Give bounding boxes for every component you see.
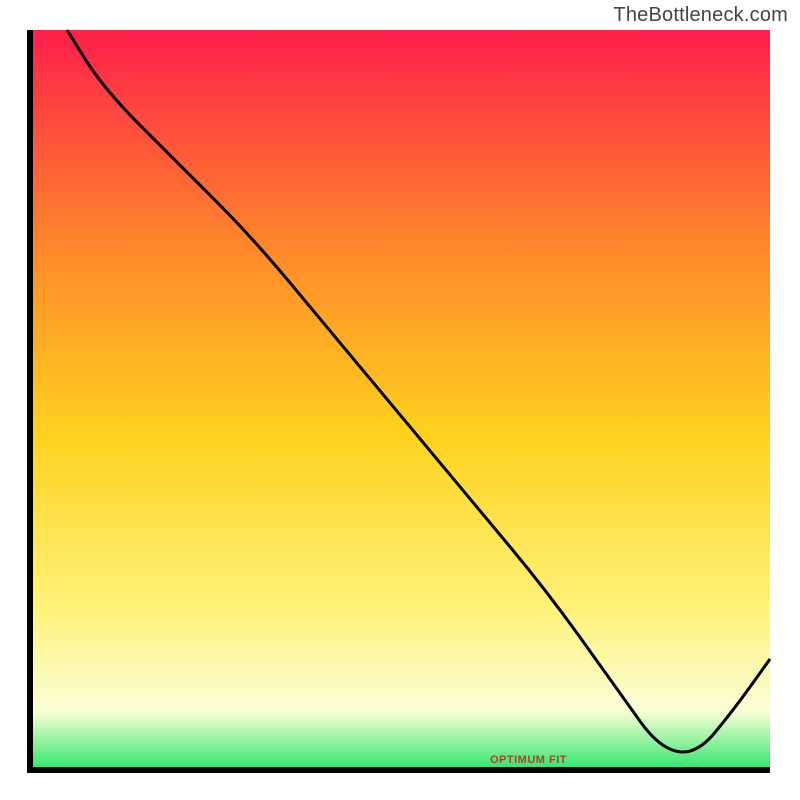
chart-background [0,0,800,800]
chart-stage: TheBottleneck.com OPTIMUM FIT [0,0,800,800]
plot-area [30,30,770,770]
attribution-watermark: TheBottleneck.com [613,4,788,27]
optimum-fit-label: OPTIMUM FIT [490,754,567,766]
